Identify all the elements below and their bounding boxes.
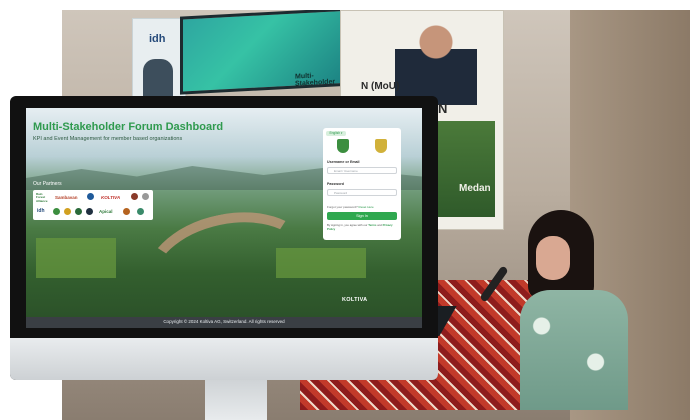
reset-link[interactable]: Reset Here bbox=[359, 205, 374, 209]
password-label: Password bbox=[327, 182, 344, 186]
and-text: and bbox=[377, 223, 382, 227]
partner-logo-icon bbox=[87, 193, 94, 200]
partner-logo-icon bbox=[75, 208, 82, 215]
presenter-face bbox=[536, 236, 570, 280]
partner-logo-apical: Apical bbox=[99, 209, 113, 214]
koltiva-logo: KOLTIVA bbox=[342, 297, 368, 303]
partner-logo-icon bbox=[53, 208, 60, 215]
banner-mou-text: N (MoU) bbox=[361, 81, 400, 92]
username-label: Username or Email bbox=[327, 160, 360, 164]
partners-label: Our Partners bbox=[33, 181, 62, 187]
forgot-text: Forgot your password? bbox=[327, 205, 358, 209]
banner-left: idh bbox=[132, 18, 186, 106]
crest-left-icon bbox=[337, 139, 349, 153]
dashboard-screen: Multi-Stakeholder Forum Dashboard KPI an… bbox=[26, 108, 422, 328]
partner-logo-rainforest: Rain Forest Alliance bbox=[36, 192, 48, 203]
sign-in-button[interactable]: Sign In bbox=[327, 212, 397, 220]
page-subtitle: KPI and Event Management for member base… bbox=[33, 136, 183, 142]
terms-notice: By signing in, you agree with our Terms … bbox=[327, 223, 397, 231]
banner-medan-text: Medan bbox=[459, 183, 491, 194]
rice-field bbox=[36, 238, 116, 278]
username-input[interactable]: Email / Username bbox=[327, 167, 397, 174]
partner-logo-koltiva: KOLTIVA bbox=[101, 195, 121, 200]
monitor-stand bbox=[205, 380, 267, 420]
copyright-text: Copyright © 2024 Koltiva AG, Switzerland… bbox=[163, 319, 285, 324]
partner-logo-icon bbox=[137, 208, 144, 215]
terms-link[interactable]: Terms bbox=[368, 223, 376, 227]
presenter-body bbox=[520, 290, 628, 410]
partners-logos: Rain Forest Alliance Sambavan KOLTIVA id… bbox=[33, 190, 153, 220]
language-select[interactable]: English ▾ bbox=[326, 131, 346, 136]
login-card: English ▾ Username or Email Email / User… bbox=[323, 128, 401, 240]
monitor-chin bbox=[10, 338, 438, 380]
partner-logo-sambavan: Sambavan bbox=[55, 195, 78, 200]
river bbox=[134, 197, 324, 328]
forgot-password: Forgot your password? Reset Here bbox=[327, 205, 374, 209]
partner-logo-idh: idh bbox=[37, 208, 45, 214]
password-input[interactable]: Password bbox=[327, 189, 397, 196]
idh-logo: idh bbox=[149, 33, 166, 45]
partner-logo-icon bbox=[131, 193, 138, 200]
page-title: Multi-Stakeholder Forum Dashboard bbox=[33, 121, 224, 133]
partner-logo-icon bbox=[86, 208, 93, 215]
partner-logo-icon bbox=[123, 208, 130, 215]
partner-logo-icon bbox=[64, 208, 71, 215]
banner-portrait bbox=[395, 15, 477, 105]
partner-logo-icon bbox=[142, 193, 149, 200]
projector-screen: Multi-Stakeholder bbox=[180, 10, 356, 95]
crest-right-icon bbox=[375, 139, 387, 153]
